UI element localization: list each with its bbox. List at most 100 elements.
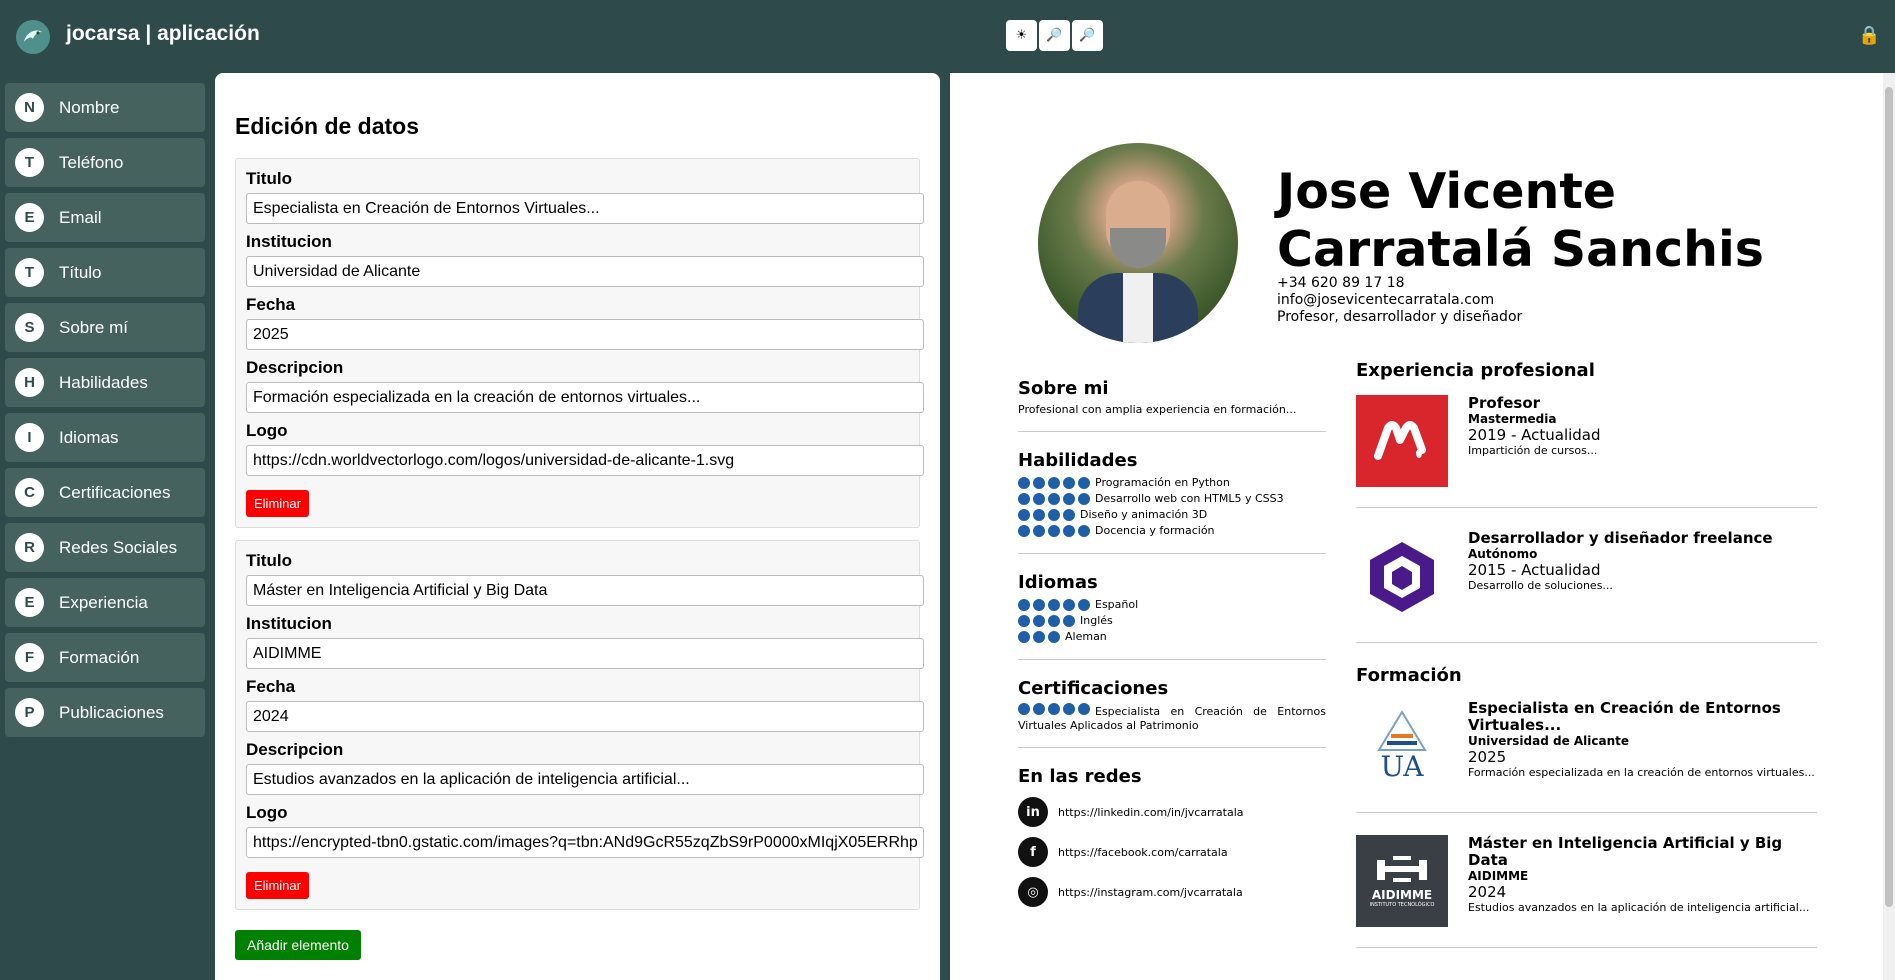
descripcion-label: Descripcion (246, 740, 344, 759)
rating-dot (1033, 703, 1045, 715)
language-item: Aleman (1018, 629, 1326, 645)
descripcion-input[interactable] (246, 764, 924, 795)
zoom-out-button[interactable]: 🔎 (1072, 20, 1103, 51)
social-row[interactable]: f https://facebook.com/carratala (1018, 837, 1326, 867)
rating-dots (1018, 703, 1090, 715)
rating-dot (1033, 493, 1045, 505)
edu-title: Especialista en Creación de Entornos Vir… (1468, 699, 1781, 734)
cv-right-column: Experiencia profesional Profesor Masterm… (1356, 360, 1817, 970)
rating-dots (1018, 477, 1090, 489)
skill-item: Programación en Python (1018, 475, 1326, 491)
job-title: Profesor (1468, 394, 1541, 412)
social-url[interactable]: https://linkedin.com/in/jvcarratala (1058, 806, 1244, 819)
skill-item: Diseño y animación 3D (1018, 507, 1326, 523)
sidebar-item-experiencia[interactable]: E Experiencia (5, 578, 205, 627)
logo-input[interactable] (246, 445, 924, 476)
delete-button[interactable]: Eliminar (246, 872, 309, 899)
edu-org: Universidad de Alicante (1468, 734, 1630, 748)
language-item-label: Español (1095, 598, 1139, 611)
cv-contact: +34 620 89 17 18 info@josevicentecarrata… (1277, 275, 1522, 326)
sidebar-item-label: Certificaciones (59, 482, 171, 502)
sidebar-item-nombre[interactable]: N Nombre (5, 83, 205, 132)
lock-icon[interactable]: 🔒 (1858, 25, 1880, 46)
titulo-input[interactable] (246, 193, 924, 224)
rating-dot (1033, 631, 1045, 643)
language-item-label: Inglés (1080, 614, 1113, 627)
about-section: Sobre mi Profesional con amplia experien… (1018, 378, 1326, 432)
sidebar-item-label: Redes Sociales (59, 537, 178, 557)
delete-button[interactable]: Eliminar (246, 490, 309, 517)
rating-dot (1063, 477, 1075, 489)
edu-title: Máster en Inteligencia Artificial y Big … (1468, 834, 1783, 869)
sidebar-item-publicaciones[interactable]: P Publicaciones (5, 688, 205, 737)
mastermedia-logo-icon (1356, 395, 1448, 487)
rating-dot (1063, 703, 1075, 715)
theme-toggle-button[interactable]: ☀ (1006, 20, 1037, 51)
social-url[interactable]: https://instagram.com/jvcarratala (1058, 886, 1243, 899)
fecha-input[interactable] (246, 319, 924, 350)
sidebar-item-label: Experiencia (59, 592, 148, 612)
zoom-in-button[interactable]: 🔎 (1039, 20, 1070, 51)
cv-phone: +34 620 89 17 18 (1277, 275, 1405, 291)
editor-panel: Edición de datos Titulo Institucion Fech… (215, 73, 940, 980)
sidebar-item-idiomas[interactable]: I Idiomas (5, 413, 205, 462)
rating-dot (1048, 631, 1060, 643)
sidebar: N Nombre T Teléfono E Email T Título S Sobre … (5, 83, 205, 743)
language-item: Español (1018, 597, 1326, 613)
fecha-input[interactable] (246, 701, 924, 732)
social-url[interactable]: https://facebook.com/carratala (1058, 846, 1228, 859)
education-details: Máster en Inteligencia Artificial y Big … (1468, 835, 1817, 927)
sidebar-badge: P (15, 698, 44, 727)
rating-dot (1078, 477, 1090, 489)
aidimme-logo-subtext: INSTITUTO TECNOLÓGICO (1369, 902, 1435, 908)
institucion-input[interactable] (246, 638, 924, 669)
fecha-label: Fecha (246, 677, 296, 696)
descripcion-input[interactable] (246, 382, 924, 413)
cv-role: Profesor, desarrollador y diseñador (1277, 309, 1523, 325)
about-title: Sobre mi (1018, 378, 1109, 399)
social-row[interactable]: in https://linkedin.com/in/jvcarratala (1018, 797, 1326, 827)
sidebar-item-sobre-mi[interactable]: S Sobre mí (5, 303, 205, 352)
logo-input[interactable] (246, 827, 924, 858)
logo-label: Logo (246, 421, 288, 440)
sidebar-badge: T (15, 148, 44, 177)
aidimme-logo-text: AIDIMME (1371, 888, 1433, 902)
institucion-label: Institucion (246, 232, 332, 251)
sidebar-badge: F (15, 643, 44, 672)
rating-dots (1018, 615, 1075, 627)
skills-section: Habilidades Programación en Python Desarr… (1018, 450, 1326, 554)
add-element-button[interactable]: Añadir elemento (235, 930, 361, 960)
sidebar-badge: I (15, 423, 44, 452)
sidebar-item-titulo[interactable]: T Título (5, 248, 205, 297)
sidebar-item-redes-sociales[interactable]: R Redes Sociales (5, 523, 205, 572)
toolbar: ☀ 🔎 🔎 (1006, 20, 1103, 51)
skill-item: Desarrollo web con HTML5 y CSS3 (1018, 491, 1326, 507)
scroll-thumb[interactable] (1885, 87, 1893, 907)
rating-dot (1033, 599, 1045, 611)
rating-dot (1063, 615, 1075, 627)
skills-title: Habilidades (1018, 450, 1138, 471)
rating-dots (1018, 493, 1090, 505)
about-text: Profesional con amplia experiencia en fo… (1018, 403, 1297, 416)
sidebar-badge: R (15, 533, 44, 562)
rating-dot (1078, 525, 1090, 537)
sidebar-item-habilidades[interactable]: H Habilidades (5, 358, 205, 407)
sidebar-item-telefono[interactable]: T Teléfono (5, 138, 205, 187)
sidebar-badge: E (15, 203, 44, 232)
sidebar-badge: E (15, 588, 44, 617)
language-item: Inglés (1018, 613, 1326, 629)
sidebar-item-email[interactable]: E Email (5, 193, 205, 242)
job-desc: Desarrollo de soluciones... (1468, 579, 1613, 592)
cube-logo-icon (1356, 530, 1448, 622)
profile-photo (1038, 143, 1238, 343)
rating-dot (1018, 599, 1030, 611)
skills-list: Programación en Python Desarrollo web con… (1018, 475, 1326, 539)
titulo-input[interactable] (246, 575, 924, 606)
certifications-section: Certificaciones Especialista en Creación… (1018, 678, 1326, 748)
sidebar-item-formacion[interactable]: F Formación (5, 633, 205, 682)
preview-scrollbar[interactable] (1883, 73, 1895, 980)
sidebar-item-certificaciones[interactable]: C Certificaciones (5, 468, 205, 517)
institucion-input[interactable] (246, 256, 924, 287)
social-row[interactable]: ◎ https://instagram.com/jvcarratala (1018, 877, 1326, 907)
rating-dot (1018, 631, 1030, 643)
